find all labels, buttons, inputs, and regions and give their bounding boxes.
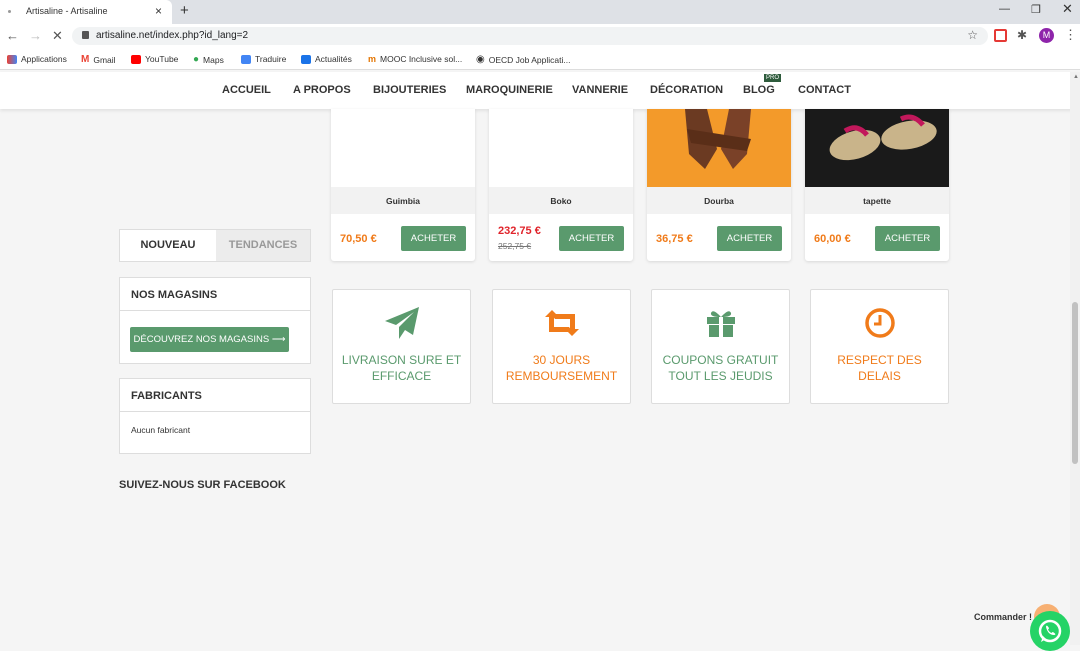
- order-label[interactable]: Commander !: [974, 612, 1032, 622]
- product-tabs: NOUVEAU TENDANCES: [119, 229, 311, 262]
- bookmark-gmail[interactable]: M Gmail: [81, 54, 116, 65]
- product-card[interactable]: Dourba 36,75 € ACHETER: [647, 109, 791, 261]
- stop-icon[interactable]: ✕: [52, 28, 63, 44]
- bookmarks-bar: Applications M Gmail YouTube ● Maps Tradui…: [0, 48, 1080, 70]
- buy-button[interactable]: ACHETER: [401, 226, 466, 251]
- browser-tab[interactable]: Artisaline - Artisaline ×: [0, 0, 172, 24]
- product-price: 232,75 €: [498, 225, 541, 237]
- profile-avatar[interactable]: M: [1039, 28, 1054, 43]
- nav-a-propos[interactable]: A PROPOS: [293, 84, 351, 96]
- feature-coupons: COUPONS GRATUIT TOUT LES JEUDIS: [651, 289, 790, 404]
- apps-grid-icon: [7, 54, 17, 64]
- back-icon[interactable]: ←: [6, 28, 19, 43]
- nav-contact[interactable]: CONTACT: [798, 84, 851, 96]
- feature-text: RESPECT DES DELAIS: [837, 353, 922, 383]
- stores-block: NOS MAGASINS DÉCOUVREZ NOS MAGASINS ⟶: [119, 277, 311, 364]
- feature-refund: 30 JOURS REMBOURSEMENT: [492, 289, 631, 404]
- menu-icon[interactable]: ⋮: [1064, 27, 1077, 43]
- brands-block: FABRICANTS Aucun fabricant: [119, 378, 311, 454]
- bookmark-mooc[interactable]: m MOOC Inclusive sol...: [368, 54, 462, 64]
- divider: [120, 411, 310, 412]
- pro-badge: PRO: [764, 74, 782, 82]
- clock-icon: [811, 306, 948, 340]
- feature-delays: RESPECT DES DELAIS: [810, 289, 949, 404]
- feature-text: COUPONS GRATUIT TOUT LES JEUDIS: [662, 353, 779, 383]
- tab-tendances[interactable]: TENDANCES: [216, 230, 310, 261]
- url-text[interactable]: artisaline.net/index.php?id_lang=2: [96, 30, 248, 41]
- tab-title: Artisaline - Artisaline: [26, 6, 108, 16]
- mooc-icon: m: [368, 54, 377, 64]
- feature-text: LIVRAISON SURE ET EFFICACE: [341, 353, 462, 383]
- browser-tab-strip: Artisaline - Artisaline × + — ❐ ✕: [0, 0, 1080, 24]
- nav-decoration[interactable]: DÉCORATION: [650, 84, 723, 96]
- restore-icon[interactable]: ❐: [1031, 3, 1041, 16]
- close-window-icon[interactable]: ✕: [1062, 1, 1073, 17]
- puzzle-icon[interactable]: ✱: [1017, 28, 1027, 42]
- discover-stores-button[interactable]: DÉCOUVREZ NOS MAGASINS ⟶: [130, 327, 289, 352]
- bookmark-applications[interactable]: Applications: [7, 54, 67, 64]
- maps-pin-icon: ●: [193, 54, 200, 65]
- translate-icon: [241, 54, 251, 64]
- product-price: 60,00 €: [814, 233, 851, 245]
- retweet-icon: [493, 306, 630, 340]
- product-price: 70,50 €: [340, 233, 377, 245]
- no-brand-text: Aucun fabricant: [131, 425, 191, 435]
- bookmark-star-icon[interactable]: ☆: [967, 28, 978, 42]
- bookmark-youtube[interactable]: YouTube: [131, 54, 178, 64]
- product-old-price: 252,75 €: [498, 241, 532, 251]
- tab-nouveau[interactable]: NOUVEAU: [120, 230, 216, 261]
- tab-loading-icon: [8, 10, 11, 13]
- address-toolbar: ← → ✕ artisaline.net/index.php?id_lang=2…: [0, 24, 1080, 48]
- product-name[interactable]: Boko: [489, 196, 633, 206]
- gmail-icon: M: [81, 54, 90, 65]
- scroll-up-icon[interactable]: ▲: [1073, 74, 1079, 80]
- product-card[interactable]: Guimbia 70,50 € ACHETER: [331, 109, 475, 261]
- product-price: 36,75 €: [656, 233, 693, 245]
- whatsapp-button[interactable]: [1030, 611, 1070, 651]
- forward-icon[interactable]: →: [29, 28, 42, 43]
- product-name[interactable]: tapette: [805, 196, 949, 206]
- product-name[interactable]: Dourba: [647, 196, 791, 206]
- facebook-title: SUIVEZ-NOUS SUR FACEBOOK: [119, 479, 286, 491]
- scrollbar-thumb[interactable]: [1072, 302, 1078, 464]
- brands-title: FABRICANTS: [131, 390, 202, 402]
- product-image[interactable]: [805, 109, 949, 187]
- new-tab-icon[interactable]: +: [180, 2, 189, 19]
- site-navigation: ACCUEIL A PROPOS BIJOUTERIES MAROQUINERI…: [0, 72, 1080, 109]
- paper-plane-icon: [333, 306, 470, 340]
- product-name[interactable]: Guimbia: [331, 196, 475, 206]
- close-tab-icon[interactable]: ×: [155, 4, 162, 18]
- stores-title: NOS MAGASINS: [131, 289, 218, 301]
- feature-text: 30 JOURS REMBOURSEMENT: [505, 353, 618, 383]
- feature-delivery: LIVRAISON SURE ET EFFICACE: [332, 289, 471, 404]
- product-image[interactable]: [647, 109, 791, 187]
- youtube-icon: [131, 54, 141, 64]
- globe-icon: ◉: [476, 54, 485, 65]
- buy-button[interactable]: ACHETER: [559, 226, 624, 251]
- bookmark-actualites[interactable]: Actualités: [301, 54, 352, 64]
- buy-button[interactable]: ACHETER: [875, 226, 940, 251]
- omnibox[interactable]: artisaline.net/index.php?id_lang=2 ☆: [72, 27, 988, 45]
- bookmark-maps[interactable]: ● Maps: [193, 54, 224, 65]
- nav-vannerie[interactable]: VANNERIE: [572, 84, 628, 96]
- whatsapp-icon: [1038, 619, 1062, 643]
- product-card[interactable]: tapette 60,00 € ACHETER: [805, 109, 949, 261]
- minimize-icon[interactable]: —: [999, 3, 1010, 15]
- divider: [120, 310, 310, 311]
- bookmark-traduire[interactable]: Traduire: [241, 54, 286, 64]
- product-image[interactable]: [489, 109, 633, 187]
- news-icon: [301, 54, 311, 64]
- bookmark-oecd[interactable]: ◉ OECD Job Applicati...: [476, 54, 570, 65]
- buy-button[interactable]: ACHETER: [717, 226, 782, 251]
- nav-accueil[interactable]: ACCUEIL: [222, 84, 271, 96]
- extension-icon[interactable]: [994, 29, 1007, 42]
- product-image[interactable]: [331, 109, 475, 187]
- lock-icon: [82, 31, 89, 39]
- nav-blog[interactable]: BLOG: [743, 84, 775, 96]
- nav-maroquinerie[interactable]: MAROQUINERIE: [466, 84, 553, 96]
- nav-bijouteries[interactable]: BIJOUTERIES: [373, 84, 446, 96]
- gift-icon: [652, 306, 789, 340]
- product-card[interactable]: Boko 232,75 € 252,75 € ACHETER: [489, 109, 633, 261]
